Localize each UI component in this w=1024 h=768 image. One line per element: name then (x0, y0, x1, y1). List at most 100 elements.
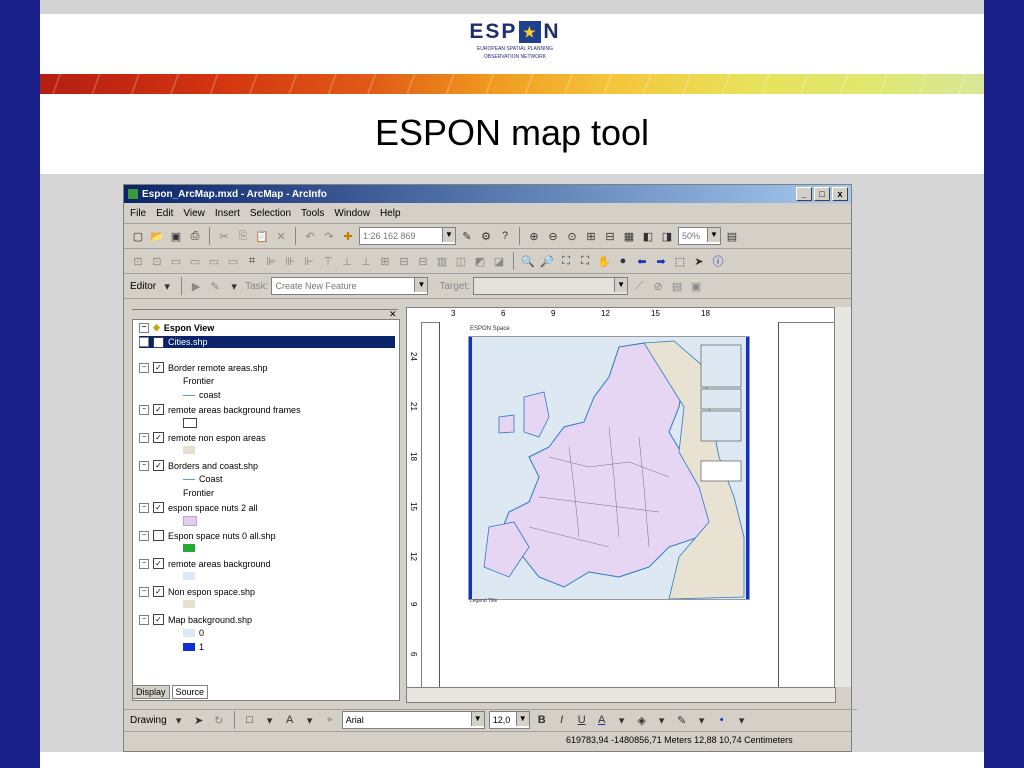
maximize-button[interactable]: □ (814, 187, 830, 201)
group-icon[interactable]: ⊟ (396, 253, 412, 269)
collapse-icon[interactable]: − (139, 404, 149, 415)
collapse-icon[interactable]: − (139, 322, 149, 333)
toc-layer[interactable]: − ✓ remote areas background (139, 558, 271, 569)
horizontal-scrollbar[interactable] (406, 687, 836, 703)
align-middle-icon[interactable]: ⊥ (339, 253, 355, 269)
menu-selection[interactable]: Selection (250, 208, 291, 219)
zoom-whole-page-icon[interactable]: ⊕ (526, 228, 542, 244)
rotate-icon[interactable]: ↻ (211, 712, 227, 728)
underline-button[interactable]: U (574, 712, 590, 728)
select-features-icon[interactable]: ⬚ (672, 253, 688, 269)
layout-tool-icon[interactable]: ▭ (225, 253, 241, 269)
zoom-combo[interactable]: 50% ▼ (678, 227, 721, 245)
tab-display[interactable]: Display (132, 685, 170, 699)
go-back-extent-icon[interactable]: ◧ (640, 228, 656, 244)
full-extent-icon[interactable]: ● (615, 253, 631, 269)
chevron-down-icon[interactable]: ▾ (614, 712, 630, 728)
tab-source[interactable]: Source (171, 685, 209, 699)
select-elements-icon[interactable]: ⌗ (244, 253, 260, 269)
zoom-out-page-icon[interactable]: ⊖ (545, 228, 561, 244)
align-center-icon[interactable]: ⊪ (282, 253, 298, 269)
collapse-icon[interactable]: − (139, 614, 149, 625)
menu-file[interactable]: File (130, 208, 146, 219)
line-color-icon[interactable]: ✎ (674, 712, 690, 728)
nudge-icon[interactable]: ◫ (453, 253, 469, 269)
pan-icon[interactable]: ✋ (596, 253, 612, 269)
rotate-icon[interactable]: ◩ (472, 253, 488, 269)
forward-arrow-icon[interactable]: ➡ (653, 253, 669, 269)
align-left-icon[interactable]: ⊫ (263, 253, 279, 269)
whats-this-icon[interactable]: ? (497, 228, 513, 244)
flip-icon[interactable]: ◪ (491, 253, 507, 269)
split-tool-icon[interactable]: ⟋ (631, 278, 647, 294)
chevron-down-icon[interactable]: ▾ (734, 712, 750, 728)
chevron-down-icon[interactable]: ▾ (171, 712, 187, 728)
delete-icon[interactable]: ✕ (273, 228, 289, 244)
layer-checkbox[interactable]: ✓ (153, 614, 164, 625)
edit-vertices-icon[interactable]: ⌖ (322, 712, 338, 728)
collapse-icon[interactable]: − (139, 460, 149, 471)
toc-layer[interactable]: − ✓ Non espon space.shp (139, 586, 255, 597)
attributes-icon[interactable]: ▤ (669, 278, 685, 294)
window-titlebar[interactable]: Espon_ArcMap.mxd - ArcMap - ArcInfo _ □ … (124, 185, 851, 203)
menu-help[interactable]: Help (380, 208, 401, 219)
layer-checkbox[interactable]: ✓ (153, 586, 164, 597)
layer-checkbox[interactable]: ✓ (153, 336, 164, 348)
zoom-100-icon[interactable]: ▦ (621, 228, 637, 244)
undo-icon[interactable]: ↶ (302, 228, 318, 244)
collapse-icon[interactable]: − (139, 337, 149, 347)
collapse-icon[interactable]: − (139, 362, 149, 373)
copy-icon[interactable]: ⎘ (235, 228, 251, 244)
layer-checkbox[interactable]: ✓ (153, 558, 164, 569)
editor-menu[interactable]: Editor (130, 281, 156, 292)
fixed-zoom-icon[interactable]: ⛶ (577, 253, 593, 269)
zoom-in-icon[interactable]: 🔍 (520, 253, 536, 269)
align-right-icon[interactable]: ⊩ (301, 253, 317, 269)
fixed-zoom-icon[interactable]: ⛶ (558, 253, 574, 269)
marker-color-icon[interactable]: • (714, 712, 730, 728)
font-size-combo[interactable]: 12,0 ▼ (488, 711, 530, 729)
chevron-down-icon[interactable]: ▾ (654, 712, 670, 728)
minimize-button[interactable]: _ (796, 187, 812, 201)
dropdown-arrow-icon[interactable]: ▼ (442, 228, 455, 242)
identify-icon[interactable]: ⓘ (710, 253, 726, 269)
layer-checkbox[interactable]: ✓ (153, 502, 164, 513)
fixed-zoom-in-icon[interactable]: ⊞ (583, 228, 599, 244)
layout-tool-icon[interactable]: ⊡ (130, 253, 146, 269)
layer-checkbox[interactable]: ✓ (153, 404, 164, 415)
ungroup-icon[interactable]: ⊟ (415, 253, 431, 269)
toc-layer[interactable]: − ✓ espon space nuts 2 all (139, 502, 258, 513)
align-bottom-icon[interactable]: ⊥ (358, 253, 374, 269)
layout-tool-icon[interactable]: ⊡ (149, 253, 165, 269)
europe-map-frame[interactable] (468, 336, 750, 600)
menu-view[interactable]: View (183, 208, 205, 219)
dropdown-arrow-icon[interactable]: ▼ (614, 278, 628, 292)
go-forward-extent-icon[interactable]: ◨ (659, 228, 675, 244)
dropdown-arrow-icon[interactable]: ▼ (414, 278, 428, 292)
align-top-icon[interactable]: ⊤ (320, 253, 336, 269)
layout-tool-icon[interactable]: ▭ (168, 253, 184, 269)
collapse-icon[interactable]: − (139, 586, 149, 597)
distribute-icon[interactable]: ⊞ (377, 253, 393, 269)
target-combo[interactable]: ▼ (473, 277, 629, 295)
collapse-icon[interactable]: − (139, 558, 149, 569)
select-elements-icon[interactable]: ➤ (191, 712, 207, 728)
bold-button[interactable]: B (534, 712, 550, 728)
toc-layer[interactable]: − Espon space nuts 0 all.shp (139, 530, 276, 541)
collapse-icon[interactable]: − (139, 502, 149, 513)
font-color-button[interactable]: A (594, 712, 610, 728)
chevron-down-icon[interactable]: ▾ (302, 712, 318, 728)
layer-checkbox[interactable]: ✓ (153, 460, 164, 471)
collapse-icon[interactable]: − (139, 432, 149, 443)
cut-icon[interactable]: ✂ (216, 228, 232, 244)
toc-layer[interactable]: − ✓ Borders and coast.shp (139, 460, 258, 471)
layout-view[interactable]: 3 6 9 12 15 18 24 21 18 15 12 9 6 ESPON … (406, 307, 836, 689)
menu-insert[interactable]: Insert (215, 208, 240, 219)
layer-checkbox[interactable]: ✓ (153, 432, 164, 443)
edit-tool-icon[interactable]: ▶ (188, 278, 204, 294)
drawing-menu[interactable]: Drawing (130, 715, 167, 726)
task-combo[interactable]: Create New Feature ▼ (271, 277, 429, 295)
rectangle-icon[interactable]: □ (242, 712, 258, 728)
editor-toolbar-icon[interactable]: ✎ (459, 228, 475, 244)
layer-checkbox[interactable] (153, 530, 164, 541)
